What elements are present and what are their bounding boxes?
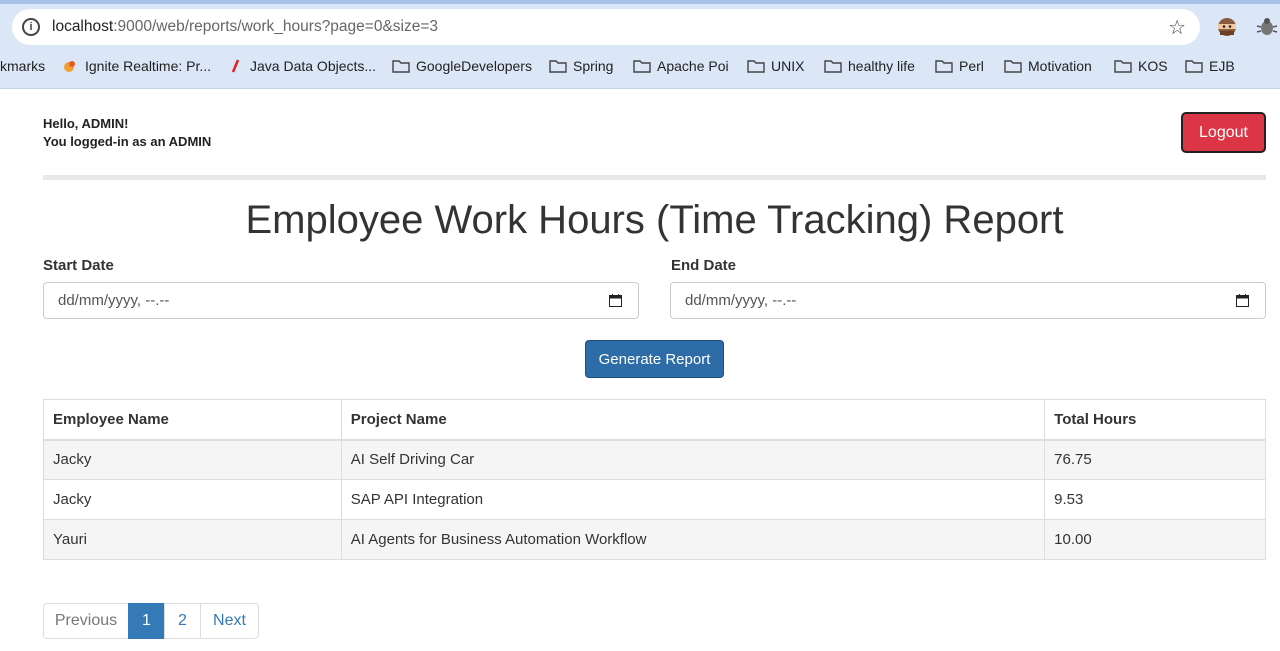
- column-header-hours: Total Hours: [1044, 399, 1266, 441]
- header-divider: [43, 175, 1266, 180]
- folder-icon: [392, 60, 410, 73]
- bookmark-label: KOS: [1138, 58, 1168, 74]
- bookmark-label: Spring: [573, 58, 614, 74]
- end-date-input[interactable]: dd/mm/yyyy, --.--: [670, 282, 1266, 319]
- bookmark-item[interactable]: healthy life: [824, 52, 915, 80]
- cell-project: SAP API Integration: [340, 479, 1046, 520]
- bookmark-label: Java Data Objects...: [250, 58, 377, 74]
- user-greeting: Hello, ADMIN! You logged-in as an ADMIN: [43, 115, 211, 151]
- calendar-icon[interactable]: [609, 294, 622, 307]
- folder-icon: [747, 60, 765, 73]
- bookmark-label: kmarks: [0, 58, 46, 74]
- folder-icon: [633, 60, 651, 73]
- folder-icon: [1004, 60, 1022, 73]
- cell-hours: 10.00: [1044, 519, 1266, 560]
- folder-icon: [824, 60, 842, 73]
- table-row: Jacky SAP API Integration 9.53: [43, 479, 1266, 520]
- ninja-extension-icon[interactable]: [1216, 16, 1238, 38]
- bookmark-label: EJB: [1209, 58, 1235, 74]
- pagination: Previous 1 2 Next: [43, 603, 259, 639]
- logout-button[interactable]: Logout: [1181, 112, 1266, 153]
- pagination-page-2[interactable]: 2: [164, 603, 201, 639]
- generate-report-button[interactable]: Generate Report: [585, 340, 724, 378]
- bookmark-item[interactable]: Java Data Objects...: [226, 52, 376, 80]
- bookmark-item[interactable]: EJB: [1185, 52, 1235, 80]
- page-title: Employee Work Hours (Time Tracking) Repo…: [245, 198, 1064, 242]
- bookmark-label: UNIX: [771, 58, 805, 74]
- bookmark-label: Apache Poi: [657, 58, 729, 74]
- cell-employee: Yauri: [43, 519, 342, 560]
- end-date-label: End Date: [671, 257, 737, 274]
- column-header-project: Project Name: [340, 399, 1046, 441]
- greeting-role: You logged-in as an ADMIN: [43, 134, 212, 149]
- bug-extension-icon[interactable]: [1256, 17, 1278, 37]
- bookmarks-bar: kmarks Ignite Realtime: Pr... Java Data …: [0, 52, 1280, 80]
- cell-hours: 76.75: [1044, 439, 1266, 480]
- cell-project: AI Agents for Business Automation Workfl…: [340, 519, 1046, 560]
- bookmark-item[interactable]: kmarks: [0, 52, 45, 80]
- bookmark-item[interactable]: GoogleDevelopers: [392, 52, 532, 80]
- folder-icon: [1114, 60, 1132, 73]
- cell-hours: 9.53: [1044, 479, 1266, 520]
- table-row: Yauri AI Agents for Business Automation …: [43, 519, 1266, 560]
- bookmark-item[interactable]: Perl: [935, 52, 984, 80]
- start-date-input[interactable]: dd/mm/yyyy, --.--: [43, 282, 639, 319]
- cell-project: AI Self Driving Car: [340, 439, 1046, 480]
- window-top-edge: [0, 0, 1280, 4]
- bookmark-item[interactable]: UNIX: [747, 52, 804, 80]
- bookmark-label: healthy life: [848, 58, 915, 74]
- ignite-icon: [64, 61, 75, 72]
- pagination-previous[interactable]: Previous: [43, 603, 129, 639]
- end-date-value: dd/mm/yyyy, --.--: [685, 292, 797, 309]
- calendar-icon[interactable]: [1236, 294, 1249, 307]
- work-hours-table: Employee Name Project Name Total Hours J…: [43, 399, 1266, 560]
- address-bar[interactable]: i localhost:9000/web/reports/work_hours?…: [12, 9, 1200, 45]
- table-row: Jacky AI Self Driving Car 76.75: [43, 439, 1266, 480]
- greeting-hello: Hello, ADMIN!: [43, 116, 129, 131]
- feather-icon: [231, 59, 240, 73]
- table-header-row: Employee Name Project Name Total Hours: [43, 399, 1266, 441]
- pagination-page-1[interactable]: 1: [128, 603, 165, 639]
- start-date-value: dd/mm/yyyy, --.--: [58, 292, 170, 309]
- pagination-next[interactable]: Next: [200, 603, 259, 639]
- bookmark-label: Perl: [959, 58, 984, 74]
- bookmark-label: Motivation: [1028, 58, 1092, 74]
- url-text[interactable]: localhost:9000/web/reports/work_hours?pa…: [52, 18, 438, 36]
- bookmark-item[interactable]: Apache Poi: [633, 52, 729, 80]
- bookmark-item[interactable]: KOS: [1114, 52, 1168, 80]
- browser-toolbar: i localhost:9000/web/reports/work_hours?…: [0, 0, 1280, 89]
- bookmark-label: Ignite Realtime: Pr...: [85, 58, 212, 74]
- bookmark-label: GoogleDevelopers: [416, 58, 532, 74]
- column-header-employee: Employee Name: [43, 399, 342, 441]
- folder-icon: [935, 60, 953, 73]
- bookmark-star-icon[interactable]: ☆: [1168, 15, 1186, 40]
- page-content: Hello, ADMIN! You logged-in as an ADMIN …: [0, 90, 1280, 651]
- cell-employee: Jacky: [43, 479, 342, 520]
- start-date-label: Start Date: [43, 257, 114, 274]
- folder-icon: [549, 60, 567, 73]
- bookmark-item[interactable]: Ignite Realtime: Pr...: [61, 52, 211, 80]
- bookmark-item[interactable]: Motivation: [1004, 52, 1092, 80]
- bookmark-item[interactable]: Spring: [549, 52, 613, 80]
- folder-icon: [1185, 60, 1203, 73]
- cell-employee: Jacky: [43, 439, 342, 480]
- site-info-icon[interactable]: i: [22, 18, 40, 36]
